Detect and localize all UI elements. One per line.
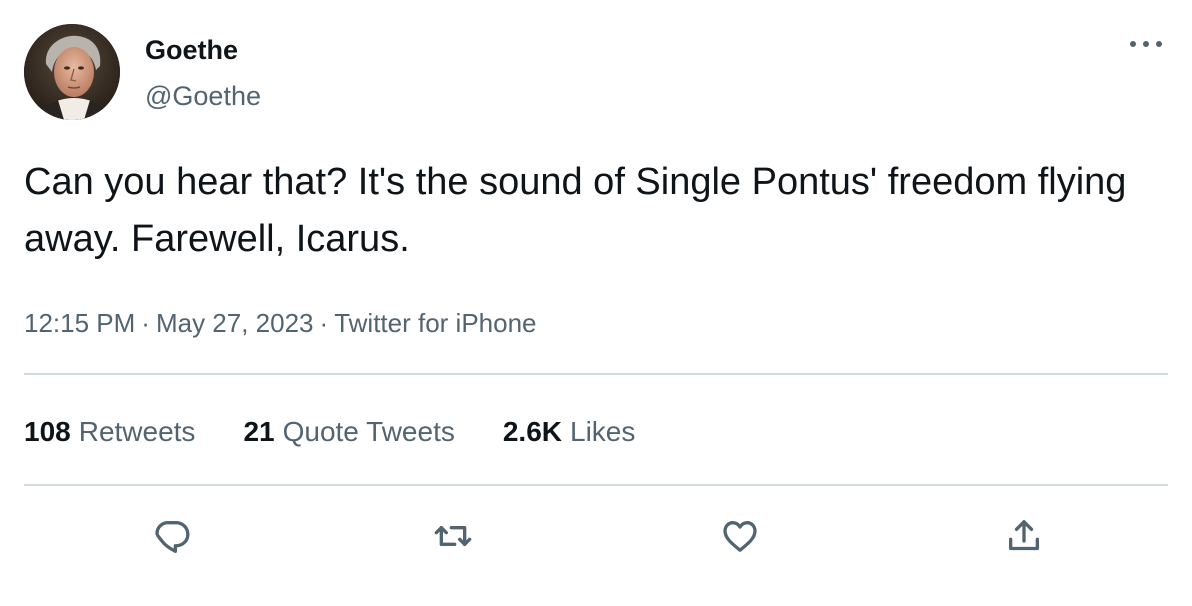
meta-separator: · [141, 308, 150, 338]
heart-icon [723, 521, 757, 552]
tweet-metadata: 12:15 PM · May 27, 2023 · Twitter for iPhone [24, 306, 537, 340]
share-button[interactable] [1000, 512, 1048, 560]
more-dots-icon [1130, 41, 1162, 47]
likes-stat[interactable]: 2.6K Likes [503, 414, 636, 450]
author-handle[interactable]: @Goethe [145, 80, 261, 112]
share-icon [1009, 520, 1039, 551]
retweet-icon [434, 526, 472, 546]
likes-count: 2.6K [502, 416, 563, 447]
retweet-button[interactable] [429, 512, 477, 560]
likes-label: Likes [570, 416, 636, 447]
like-button[interactable] [716, 512, 764, 560]
retweets-count: 108 [24, 416, 71, 447]
reply-button[interactable] [148, 512, 196, 560]
meta-separator: · [319, 308, 329, 338]
tweet-source[interactable]: Twitter for iPhone [334, 308, 536, 338]
tweet-date[interactable]: May 27, 2023 [156, 308, 314, 338]
avatar[interactable] [24, 24, 120, 120]
quote-tweets-stat[interactable]: 21 Quote Tweets [243, 414, 454, 450]
author-display-name[interactable]: Goethe [145, 34, 238, 66]
avatar-portrait [24, 24, 120, 120]
retweets-label: Retweets [78, 416, 196, 447]
retweets-stat[interactable]: 108 Retweets [24, 414, 195, 450]
quote-tweets-label: Quote Tweets [282, 416, 455, 447]
more-options-button[interactable] [1124, 30, 1168, 58]
quote-tweets-count: 21 [243, 416, 275, 447]
tweet-stats: 108 Retweets 21 Quote Tweets 2.6K Likes [24, 414, 683, 450]
divider [24, 373, 1168, 375]
tweet-card: Goethe @Goethe Can you hear that? It's t… [0, 0, 1192, 606]
tweet-time[interactable]: 12:15 PM [24, 308, 135, 338]
tweet-text: Can you hear that? It's the sound of Sin… [24, 161, 1127, 260]
divider [24, 484, 1168, 486]
reply-icon [155, 521, 190, 553]
